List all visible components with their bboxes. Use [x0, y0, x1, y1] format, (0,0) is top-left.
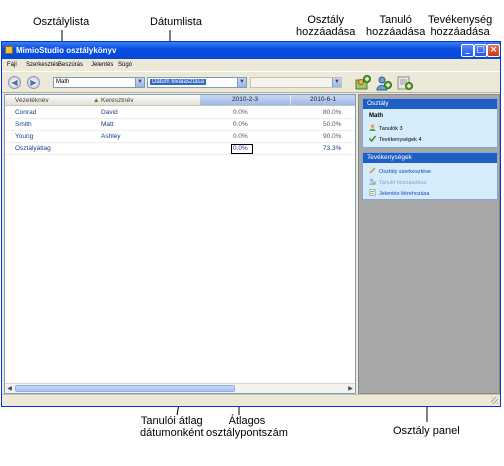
minimize-button[interactable]: _	[461, 44, 474, 57]
menu-edit[interactable]: Szerkesztés	[26, 62, 59, 68]
chevron-down-icon[interactable]: ▼	[332, 78, 341, 87]
activities-card: Tevékenységek Osztály szerkesztése Tanul…	[362, 152, 498, 200]
menu-file[interactable]: Fájl	[7, 62, 17, 68]
callout-class-panel: Osztály panel	[393, 425, 460, 437]
class-list-value: Math	[56, 79, 70, 85]
cell-score[interactable]: 0.0%	[233, 109, 248, 116]
activities-card-header: Tevékenységek	[363, 153, 497, 163]
class-average-row: Osztályátlag 0.0% 73.3%	[5, 143, 355, 155]
cell-score[interactable]: 50.0%	[323, 121, 341, 128]
date-list-value: Dátum kiválasztása	[150, 79, 207, 85]
cell-score[interactable]: 0.0%	[233, 121, 248, 128]
add-student-icon[interactable]	[376, 75, 392, 91]
cell-last-name: Conrad	[15, 109, 37, 116]
class-name: Math	[369, 113, 383, 119]
class-average-score: 73.3%	[323, 145, 342, 152]
add-student-link[interactable]: Tanuló hozzáadása	[369, 178, 426, 186]
class-average-highlight	[231, 144, 253, 154]
create-report-link[interactable]: Jelentés létrehozása	[369, 189, 429, 197]
cell-first-name: Ashley	[101, 133, 121, 140]
chevron-down-icon[interactable]: ▼	[135, 78, 144, 87]
column-header-date-2[interactable]: 2010-6-1	[291, 95, 355, 105]
cell-first-name: Matt	[101, 121, 114, 128]
date-list-dropdown[interactable]: Dátum kiválasztása ▼	[147, 77, 247, 88]
callout-date-list: Dátumlista	[150, 16, 202, 28]
student-icon	[369, 124, 376, 131]
cell-score[interactable]: 80.0%	[323, 109, 341, 116]
resize-grip[interactable]	[491, 397, 498, 404]
chevron-down-icon[interactable]: ▼	[237, 78, 246, 87]
app-window: MimioStudio osztálykönyv _ □ × Fájl Szer…	[1, 41, 501, 407]
class-card: Osztály Math Tanulók 3 Tevékenységek 4	[362, 98, 498, 148]
cell-score[interactable]: 90.0%	[323, 133, 341, 140]
scroll-right-icon[interactable]: ▶	[346, 384, 355, 393]
class-list-dropdown[interactable]: Math ▼	[53, 77, 145, 88]
column-header-last-name[interactable]: Vezetéknév	[15, 97, 49, 104]
cell-last-name: Young	[15, 133, 34, 140]
activity-count: Tevékenységek 4	[369, 135, 422, 143]
toolbar: ◀ ▶ Math ▼ Dátum kiválasztása ▼ ▼	[2, 71, 500, 93]
student-count: Tanulók 3	[369, 124, 403, 132]
cell-last-name: Smith	[15, 121, 32, 128]
title-bar[interactable]: MimioStudio osztálykönyv _ □ ×	[2, 42, 500, 59]
horizontal-scrollbar[interactable]: ◀ ▶	[5, 383, 355, 393]
callout-class-average: Átlagos osztálypontszám	[206, 415, 288, 439]
annotated-screenshot: { "callouts": { "class_list": "Osztályli…	[0, 0, 504, 466]
callout-add-class: Osztály hozzáadása	[296, 14, 356, 38]
table-row[interactable]: Young Ashley 0.0% 90.0%	[5, 131, 355, 143]
forward-button[interactable]: ▶	[27, 76, 40, 89]
app-icon	[5, 46, 13, 54]
menu-insert[interactable]: Beszúrás	[58, 62, 83, 68]
cell-score[interactable]: 0.0%	[233, 133, 248, 140]
column-header-date-1[interactable]: 2010-2-3	[200, 95, 290, 105]
gradebook-grid: Vezetéknév ▲ Keresztnév 2010-2-3 2010-6-…	[4, 94, 356, 394]
menu-help[interactable]: Súgó	[118, 62, 132, 68]
add-student-icon	[369, 178, 376, 185]
cell-first-name: David	[101, 109, 118, 116]
scroll-left-icon[interactable]: ◀	[5, 384, 14, 393]
edit-class-link[interactable]: Osztály szerkesztése	[369, 167, 431, 175]
activity-dropdown[interactable]: ▼	[250, 77, 342, 88]
close-button[interactable]: ×	[487, 44, 500, 57]
class-average-label: Osztályátlag	[15, 145, 51, 152]
add-class-icon[interactable]	[355, 75, 371, 91]
status-bar	[2, 394, 500, 406]
class-card-header: Osztály	[363, 99, 497, 109]
sort-ascending-icon: ▲	[93, 97, 100, 104]
back-button[interactable]: ◀	[8, 76, 21, 89]
callout-add-activity: Tevékenység hozzáadása	[428, 14, 493, 38]
callout-student-average: Tanulói átlag dátumonként	[140, 415, 204, 439]
menu-report[interactable]: Jelentés	[91, 62, 113, 68]
callout-class-list: Osztálylista	[33, 16, 90, 28]
column-header-first-name[interactable]: Keresztnév	[101, 97, 134, 104]
table-row[interactable]: Smith Matt 0.0% 50.0%	[5, 119, 355, 131]
scrollbar-thumb[interactable]	[15, 385, 235, 392]
class-panel: Osztály Math Tanulók 3 Tevékenységek 4 T…	[358, 94, 500, 394]
table-row[interactable]: Conrad David 0.0% 80.0%	[5, 107, 355, 119]
callout-add-student: Tanuló hozzáadása	[366, 14, 426, 38]
maximize-button[interactable]: □	[474, 44, 487, 57]
menu-bar: Fájl Szerkesztés Beszúrás Jelentés Súgó	[2, 59, 500, 71]
checkmark-icon	[369, 135, 376, 142]
window-title: MimioStudio osztálykönyv	[16, 46, 117, 55]
add-activity-icon[interactable]	[397, 75, 413, 91]
pencil-icon	[369, 167, 376, 174]
report-icon	[369, 189, 376, 196]
grid-header: Vezetéknév ▲ Keresztnév 2010-2-3 2010-6-…	[5, 95, 355, 106]
